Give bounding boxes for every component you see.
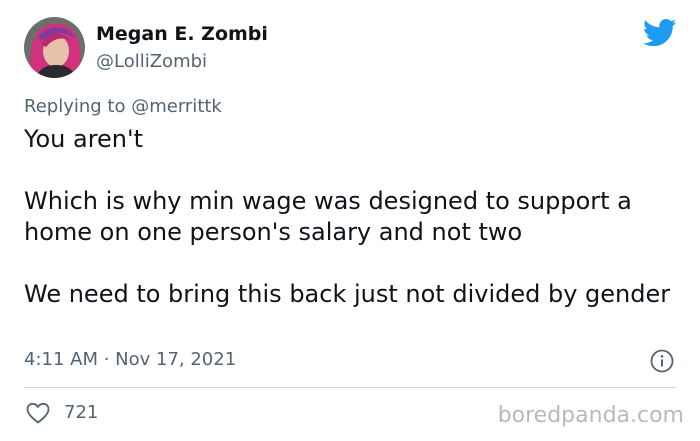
tweet-paragraph: Which is why min wage was designed to su… bbox=[24, 187, 632, 246]
avatar[interactable] bbox=[24, 17, 85, 78]
reply-mention-link[interactable]: @merrittk bbox=[131, 96, 222, 117]
user-handle[interactable]: @LolliZombi bbox=[96, 51, 207, 72]
tweet-paragraph: You aren't bbox=[24, 125, 144, 153]
avatar-image bbox=[24, 17, 85, 78]
tweet-card: Megan E. Zombi @LolliZombi Replying to @… bbox=[0, 0, 700, 441]
heart-icon[interactable] bbox=[26, 402, 50, 424]
tweet-text: You aren't Which is why min wage was des… bbox=[24, 124, 684, 310]
tweet-paragraph: We need to bring this back just not divi… bbox=[24, 280, 671, 308]
boredpanda-watermark: boredpanda.com bbox=[497, 403, 684, 428]
twitter-bird-icon[interactable] bbox=[643, 18, 677, 48]
info-icon[interactable] bbox=[650, 349, 674, 373]
divider bbox=[24, 387, 676, 388]
reply-context: Replying to @merrittk bbox=[24, 96, 222, 117]
display-name[interactable]: Megan E. Zombi bbox=[96, 23, 268, 45]
reply-prefix: Replying to bbox=[24, 96, 126, 117]
like-count: 721 bbox=[64, 402, 99, 423]
tweet-timestamp[interactable]: 4:11 AM · Nov 17, 2021 bbox=[24, 349, 236, 370]
